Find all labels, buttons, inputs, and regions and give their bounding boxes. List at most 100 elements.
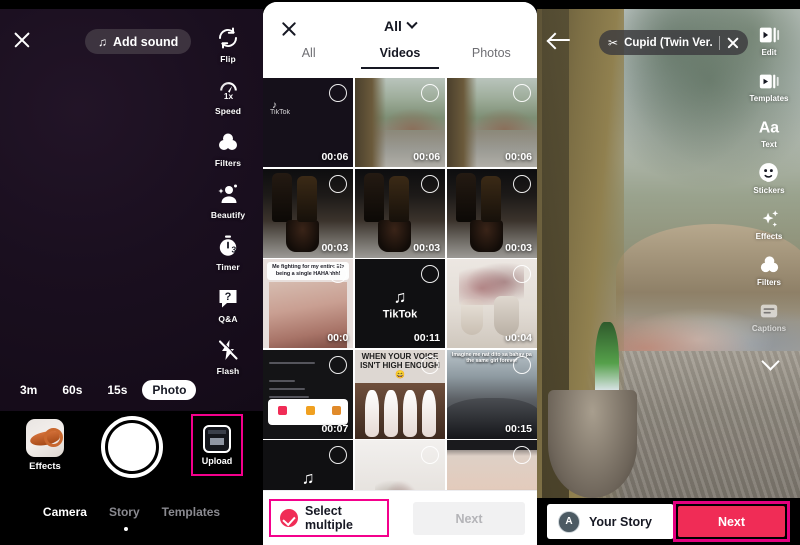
editor-tool-templates[interactable]: Templates <box>749 68 789 103</box>
media-item[interactable]: 00:07 <box>263 349 354 439</box>
thumb-detail <box>364 390 380 437</box>
thumb-detail <box>269 395 309 398</box>
chevron-down-icon[interactable] <box>762 355 778 365</box>
editor-next-highlight[interactable]: Next <box>673 501 790 542</box>
editor-tool-filters[interactable]: Filters <box>756 252 782 287</box>
media-item[interactable]: 00:04 <box>446 259 537 348</box>
media-item[interactable]: Me fighting for my entire life being a s… <box>263 259 354 348</box>
select-circle[interactable] <box>513 355 531 374</box>
media-duration: 00:11 <box>413 332 441 344</box>
media-item[interactable]: WHEN YOUR VOICE ISN'T HIGH ENOUGH 😄 <box>354 349 446 439</box>
select-circle[interactable] <box>513 265 531 283</box>
music-note-icon: ♫ <box>98 34 107 49</box>
select-circle[interactable] <box>329 355 348 374</box>
tool-label: Speed <box>214 106 241 116</box>
effects-button[interactable]: Effects <box>26 419 64 472</box>
scissors-icon[interactable]: ✂ <box>608 36 618 50</box>
tab-story[interactable]: Story <box>109 505 140 519</box>
gallery-next-button[interactable]: Next <box>413 502 525 535</box>
tool-label: Text <box>761 140 777 149</box>
select-circle[interactable] <box>329 174 348 193</box>
preview-detail <box>547 390 637 498</box>
editor-tool-edit[interactable]: Edit <box>756 22 782 57</box>
select-circle[interactable] <box>513 84 531 102</box>
flip-camera-icon <box>215 25 241 51</box>
editor-panel: ✂ Cupid (Twin Ver. Edit Templates Aa Tex… <box>537 0 800 545</box>
thumb-detail <box>269 379 295 382</box>
tool-timer[interactable]: 3 Timer <box>201 233 255 272</box>
tool-qa[interactable]: ? Q&A <box>201 285 255 324</box>
media-item[interactable] <box>446 440 537 492</box>
select-circle[interactable] <box>421 174 440 193</box>
select-circle[interactable] <box>329 446 348 464</box>
thumb-detail <box>268 398 349 425</box>
beautify-person-icon <box>215 181 241 207</box>
tab-camera[interactable]: Camera <box>43 505 87 519</box>
tool-label: Templates <box>749 94 789 103</box>
editor-tool-stickers[interactable]: Stickers <box>753 160 785 195</box>
media-duration: 00:06 <box>413 151 441 163</box>
thumb-detail <box>269 387 305 390</box>
your-story-button[interactable]: A Your Story <box>547 504 674 539</box>
select-circle[interactable] <box>421 446 440 464</box>
media-duration: 00:0 <box>327 332 349 344</box>
editor-next-button[interactable]: Next <box>678 506 785 537</box>
upload-button-highlight[interactable]: Upload <box>191 414 243 476</box>
editor-tool-text[interactable]: Aa Text <box>756 114 782 149</box>
back-arrow-icon[interactable] <box>549 31 571 49</box>
thumb-detail <box>286 220 319 253</box>
tool-beautify[interactable]: Beautify <box>201 181 255 220</box>
media-item[interactable]: 00:03 <box>263 168 354 258</box>
select-circle[interactable] <box>421 265 440 283</box>
media-duration: 00:07 <box>321 422 349 435</box>
tool-filters[interactable]: Filters <box>201 129 255 168</box>
media-duration: 00:04 <box>505 332 532 344</box>
select-circle[interactable] <box>329 84 348 102</box>
tab-videos[interactable]: Videos <box>354 46 445 69</box>
mode-3m[interactable]: 3m <box>10 380 47 400</box>
sound-chip[interactable]: ✂ Cupid (Twin Ver. <box>599 30 748 55</box>
select-multiple-button[interactable]: Select multiple <box>269 499 389 537</box>
page-indicator-dot <box>124 527 128 531</box>
select-circle[interactable] <box>421 84 440 102</box>
select-circle[interactable] <box>329 265 348 283</box>
media-item[interactable]: ♫ TikTok 00:11 <box>354 259 446 348</box>
tab-photos[interactable]: Photos <box>446 46 537 69</box>
album-selector[interactable]: All <box>263 17 537 34</box>
status-bar-strip <box>537 0 800 9</box>
record-button[interactable] <box>101 416 163 478</box>
editor-tool-captions[interactable]: Captions <box>752 298 786 333</box>
effects-thumbnail-icon <box>26 419 64 457</box>
tab-templates[interactable]: Templates <box>162 505 220 519</box>
filters-circles-icon <box>756 252 782 277</box>
select-circle[interactable] <box>513 446 531 464</box>
media-item[interactable]: ♪ TikTok 00:06 <box>263 78 354 167</box>
media-item[interactable]: 00:06 <box>446 78 537 167</box>
tool-flash[interactable]: Flash <box>201 337 255 376</box>
captions-icon <box>756 298 782 323</box>
tool-label: Filters <box>756 278 781 287</box>
close-icon[interactable] <box>726 36 740 50</box>
media-item[interactable] <box>354 440 446 492</box>
svg-text:3: 3 <box>232 245 237 255</box>
mode-photo[interactable]: Photo <box>142 380 197 400</box>
media-item[interactable]: 00:03 <box>446 168 537 258</box>
tool-speed[interactable]: 1x Speed <box>201 77 255 116</box>
media-item[interactable]: Imagine me nat dito sa bahay pa the same… <box>446 349 537 439</box>
media-item[interactable]: 00:03 <box>354 168 446 258</box>
media-item[interactable]: ♫ TikTok <box>263 440 354 492</box>
mode-60s[interactable]: 60s <box>52 380 92 400</box>
close-icon[interactable] <box>10 28 34 52</box>
add-sound-button[interactable]: ♫ Add sound <box>85 29 192 54</box>
upload-thumbnail-icon <box>203 424 231 453</box>
select-circle[interactable] <box>513 174 531 193</box>
upload-button[interactable]: Upload <box>193 416 241 474</box>
tab-all[interactable]: All <box>263 46 354 69</box>
tool-flip[interactable]: Flip <box>201 25 255 64</box>
media-item[interactable]: 00:06 <box>354 78 446 167</box>
thumb-detail <box>378 220 411 253</box>
select-circle[interactable] <box>421 355 440 374</box>
mode-15s[interactable]: 15s <box>97 380 137 400</box>
editor-tool-effects[interactable]: Effects <box>756 206 782 241</box>
gallery-panel: All All Videos Photos ♪ TikTok 00:06 00:… <box>263 0 537 545</box>
